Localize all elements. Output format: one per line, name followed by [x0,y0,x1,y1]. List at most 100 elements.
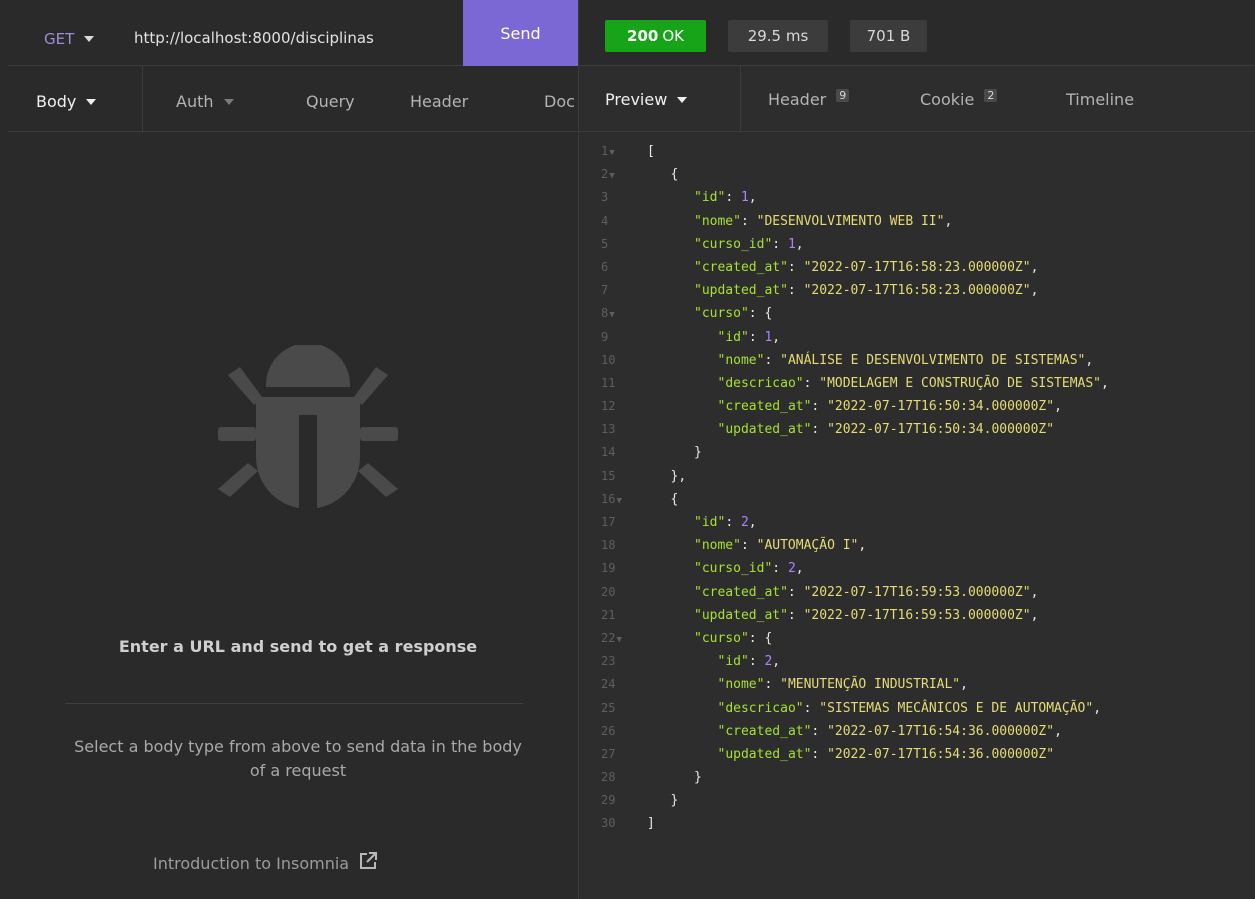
line-number: 6 [601,256,641,279]
line-number: 21 [601,604,641,627]
json-punct: , [1093,700,1102,716]
json-punct: : [764,352,781,368]
fold-toggle-icon[interactable]: ▼ [616,496,621,506]
line-number-text: 5 [601,236,609,251]
json-punct: , [960,677,968,693]
line-number-text: 24 [601,677,616,692]
tab-cookie[interactable]: Cookie 2 [920,89,998,109]
empty-state-hint: Select a body type from above to send da… [74,737,522,780]
tab-body[interactable]: Body [36,92,97,111]
json-punct: : [772,236,788,252]
code-content: "nome": "MENUTENÇÃO INDUSTRIAL", [718,673,968,696]
line-number-text: 14 [601,445,616,460]
json-punct: : [803,375,820,391]
line-number: 12 [601,395,641,418]
line-number: 9 [601,326,641,349]
tab-header[interactable]: Header [410,92,468,111]
fold-toggle-icon[interactable]: ▼ [616,635,621,645]
tab-query[interactable]: Query [306,92,355,111]
json-key: "created_at" [717,399,812,415]
tab-docs[interactable]: Doc [544,92,575,111]
response-time-badge: 29.5 ms [728,20,828,52]
response-tabs: Preview Header 9 Cookie 2 Timeline [579,66,1255,132]
json-punct: , [1054,723,1062,739]
response-size-badge: 701 B [850,20,927,52]
code-line: 29} [579,789,1255,812]
fold-toggle-icon[interactable]: ▼ [609,310,614,320]
code-line: 23 "id": 2, [579,650,1255,673]
json-punct: , [772,654,781,670]
tab-label: Query [306,92,355,111]
code-content: } [671,789,679,812]
json-punct: , [1054,399,1062,415]
code-line: 25 "descricao": "SISTEMAS MECÂNICOS E DE … [579,697,1255,720]
chevron-down-icon [677,96,688,103]
json-punct: : { [748,630,773,646]
send-button[interactable]: Send [463,0,578,66]
json-key: "curso" [694,630,749,646]
json-string: "2022-07-17T16:54:36.000000Z" [827,746,1055,762]
bug-icon [218,343,398,529]
chevron-down-icon [223,98,234,105]
tab-label: Body [36,92,77,111]
tab-preview[interactable]: Preview [605,90,688,109]
code-content: "curso": { [694,302,772,325]
empty-state-title: Enter a URL and send to get a response [118,637,478,656]
json-punct: : [748,654,765,670]
line-number-text: 17 [601,515,616,529]
intro-link[interactable]: Introduction to Insomnia [153,852,378,874]
tab-response-header[interactable]: Header 9 [768,89,850,109]
code-line: 26 "created_at": "2022-07-17T16:54:36.000… [579,720,1255,743]
json-punct: : [725,190,741,206]
json-punct: }, [670,468,687,484]
json-punct: : [811,723,828,739]
line-number-text: 18 [601,538,616,553]
line-number-text: 23 [601,654,616,669]
json-preview[interactable]: 1▼[2▼{3 "id": 1, 4 "nome": "DESENVOLVIMENTO… [579,140,1255,836]
json-key: "id" [717,654,749,670]
code-line: 6 "created_at": "2022-07-17T16:58:23.0000… [579,256,1255,279]
code-content: "nome": "ANÁLISE E DESENVOLVIMENTO DE SI… [718,349,1094,372]
code-line: 24 "nome": "MENUTENÇÃO INDUSTRIAL", [579,673,1255,696]
tab-timeline[interactable]: Timeline [1066,90,1134,109]
line-number: 3 [601,186,641,209]
line-number: 23 [601,650,641,673]
json-key: "nome" [694,538,741,554]
line-number: 16▼ [601,488,641,513]
json-punct: } [694,770,702,786]
code-line: 12 "created_at": "2022-07-17T16:50:34.000… [579,395,1255,418]
code-line: 10 "nome": "ANÁLISE E DESENVOLVIMENTO DE … [579,349,1255,372]
line-number-text: 27 [601,746,616,761]
code-line: 16▼ { [579,488,1255,511]
method-dropdown[interactable]: GET [44,30,95,48]
code-content: "curso_id": 1, [694,233,804,256]
line-number-text: 3 [601,190,609,205]
line-number-text: 30 [601,816,616,831]
line-number: 1▼ [601,140,641,165]
code-content: } [694,441,702,464]
request-pane: GET http://localhost:8000/disciplinas Se… [8,0,578,874]
tab-label: Auth [176,92,214,111]
line-number: 4 [601,210,641,233]
code-line: 13 "updated_at": "2022-07-17T16:50:34.000… [579,418,1255,441]
tab-label: Header [768,90,827,109]
line-number: 20 [601,581,641,604]
url-input[interactable]: http://localhost:8000/disciplinas [134,29,374,47]
json-string: "MENUTENÇÃO INDUSTRIAL" [780,677,961,693]
tab-label: Doc [544,92,575,111]
line-number-text: 13 [601,422,616,437]
code-content: "updated_at": "2022-07-17T16:54:36.00000… [718,743,1055,766]
code-line: 11 "descricao": "MODELAGEM E CONSTRUÇÃO D… [579,372,1255,395]
code-content: "updated_at": "2022-07-17T16:58:23.00000… [694,279,1038,302]
line-number: 18 [601,534,641,557]
tab-auth[interactable]: Auth [176,92,234,111]
code-line: 4 "nome": "DESENVOLVIMENTO WEB II", [579,210,1255,233]
code-content: "id": 2, [718,650,781,673]
json-key: "updated_at" [694,607,788,623]
json-number: 1 [740,190,749,206]
fold-toggle-icon[interactable]: ▼ [609,171,614,181]
json-punct: , [944,213,953,229]
status-badge: 200 OK [605,20,706,52]
json-key: "created_at" [694,584,788,600]
fold-toggle-icon[interactable]: ▼ [609,148,614,158]
